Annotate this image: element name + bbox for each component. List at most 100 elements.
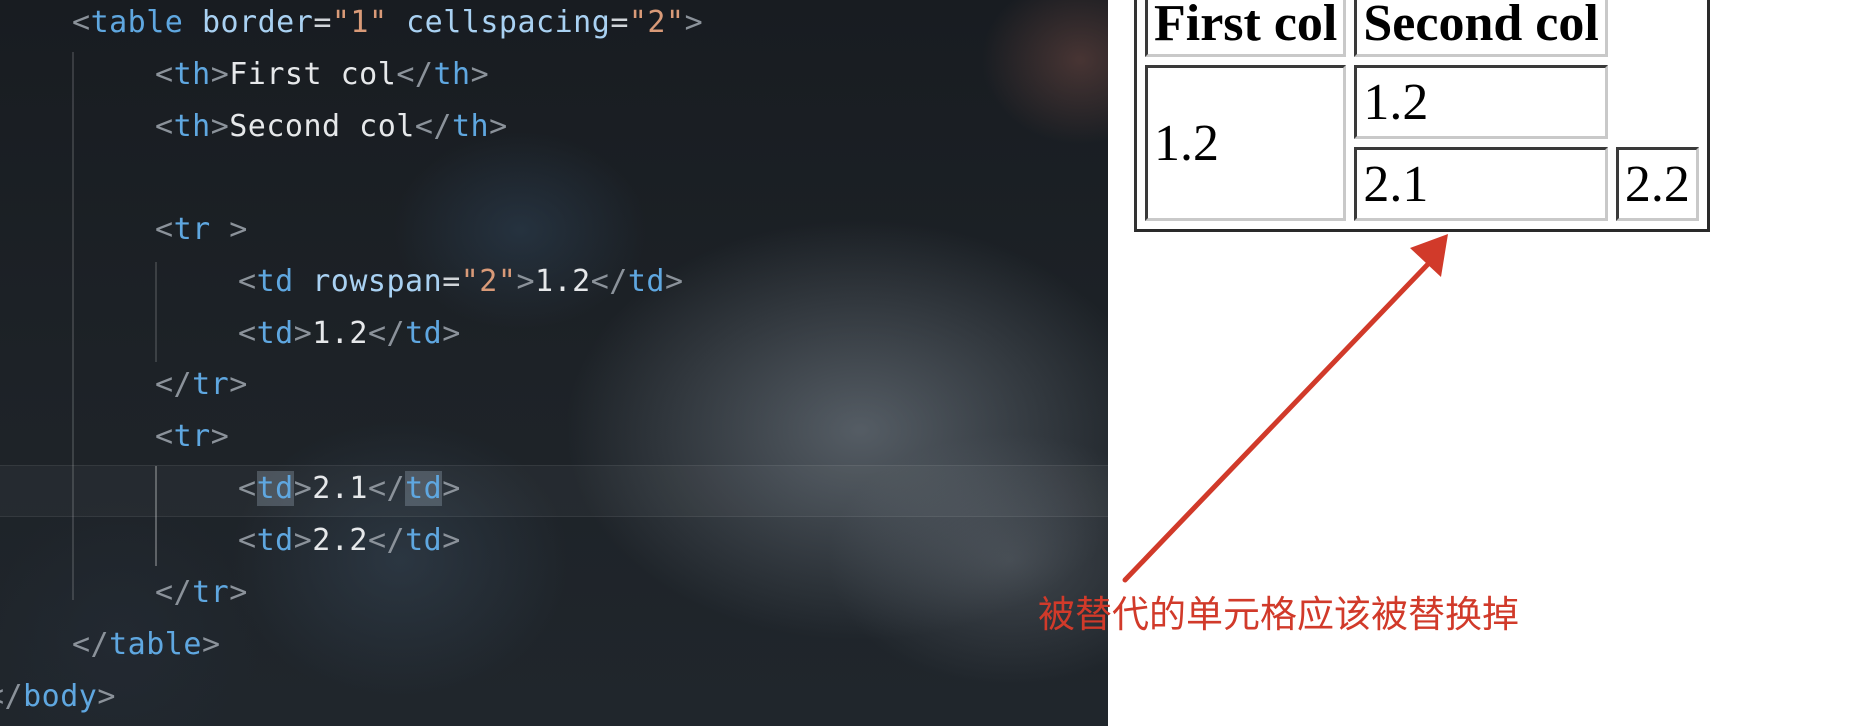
table-cell: 2.2 [1615,147,1699,221]
tag-name: tr [192,367,230,402]
attribute-value: "2" [460,264,517,299]
table-cell: 2.1 [1354,147,1608,221]
angle-bracket: > [210,419,230,454]
tag-name: body [23,679,98,714]
angle-bracket: > [293,523,313,558]
text-content: 1.2 [535,264,591,299]
code-line-td-2-1[interactable]: <td>2.1</td> [238,463,461,515]
tag-name: td [256,264,294,299]
text-content: 1.2 [312,316,368,351]
code-line-tr-close[interactable]: </tr> [155,359,248,411]
text-content: 2.1 [312,471,368,506]
angle-bracket: < [155,419,174,454]
angle-bracket: </ [414,109,452,144]
header-cell-first: First col [1145,0,1347,57]
angle-bracket: > [470,57,490,92]
code-line-td-rowspan[interactable]: <td rowspan="2">1.2</td> [238,256,684,308]
tag-name: td [256,316,294,351]
angle-bracket: > [210,57,230,92]
angle-bracket: > [442,471,461,506]
indent-guide [155,262,157,362]
text-content [211,212,230,247]
angle-bracket: > [229,367,248,402]
tag-name: td [627,264,665,299]
table-row: 1.2 1.2 [1145,65,1699,221]
table-cell: 1.2 [1354,65,1608,139]
code-line-tr-open[interactable]: <tr> [155,411,229,463]
equals-sign: = [610,5,629,40]
equals-sign: = [442,264,461,299]
angle-bracket: </ [0,679,24,714]
code-editor[interactable]: <table border="1" cellspacing="2"> <th>F… [0,0,1108,726]
code-line-table-open[interactable]: <table border="1" cellspacing="2"> [72,0,703,49]
attribute-name: border [201,5,314,40]
text-content [294,264,313,299]
attribute-name: rowspan [312,264,443,299]
tag-name: tr [173,419,211,454]
angle-bracket: </ [396,57,434,92]
code-line-table-close[interactable]: </table> [72,619,221,671]
angle-bracket: > [489,109,508,144]
tag-name: td [405,316,443,351]
code-line-th-first[interactable]: <th>First col</th> [155,49,489,101]
text-content: First col [229,57,397,92]
annotation-text: 被替代的单元格应该被替换掉 [1038,593,1519,636]
angle-bracket: < [155,57,174,92]
table-cell-rowspan: 1.2 [1145,65,1347,221]
code-line-body-close[interactable]: </body> [0,671,116,723]
tag-name: th [433,57,471,92]
code-line-td-2-2[interactable]: <td>2.2</td> [238,515,461,567]
current-line-highlight [0,465,1108,517]
tag-name: tr [173,212,211,247]
angle-bracket: > [201,627,221,662]
code-line-tr-open[interactable]: <tr > [155,204,248,256]
text-content [388,5,407,40]
tag-name: table [109,627,202,662]
text-content: 2.2 [312,523,368,558]
tag-name: tr [192,575,230,610]
angle-bracket: < [72,5,91,40]
tag-name: td [405,523,443,558]
text-content [183,5,202,40]
angle-bracket: < [155,212,174,247]
tag-name: td [405,471,443,506]
tag-name: table [90,5,184,40]
angle-bracket: > [442,523,461,558]
indent-guide [155,466,157,566]
angle-bracket: < [238,264,257,299]
angle-bracket: </ [155,367,193,402]
angle-bracket: > [97,679,116,714]
code-line-th-second[interactable]: <th>Second col</th> [155,101,508,153]
angle-bracket: > [293,316,313,351]
code-line-tr-close[interactable]: </tr> [155,567,248,619]
angle-bracket: > [664,264,684,299]
angle-bracket: </ [367,316,406,351]
angle-bracket: </ [72,627,110,662]
tag-name: th [173,57,211,92]
angle-bracket: > [516,264,535,299]
attribute-value: "1" [331,5,388,40]
tag-name: td [256,523,294,558]
angle-bracket: < [238,523,257,558]
indent-guide [72,52,74,600]
angle-bracket: </ [367,523,406,558]
text-content: Second col [229,109,415,144]
angle-bracket: > [229,212,248,247]
rendered-table: First col Second col 1.2 1.2 2.1 2.2 [1134,0,1710,232]
angle-bracket: </ [367,471,406,506]
tag-name: td [256,471,294,506]
angle-bracket: < [238,471,257,506]
header-cell-second: Second col [1354,0,1608,57]
code-line-td-1-2[interactable]: <td>1.2</td> [238,308,461,360]
table-header-row: First col Second col [1145,0,1699,57]
angle-bracket: </ [590,264,628,299]
tag-name: th [452,109,490,144]
angle-bracket: > [229,575,248,610]
equals-sign: = [313,5,332,40]
angle-bracket: < [238,316,257,351]
angle-bracket: > [442,316,461,351]
angle-bracket: > [293,471,313,506]
tag-name: th [173,109,211,144]
angle-bracket: > [684,5,704,40]
angle-bracket: > [210,109,230,144]
